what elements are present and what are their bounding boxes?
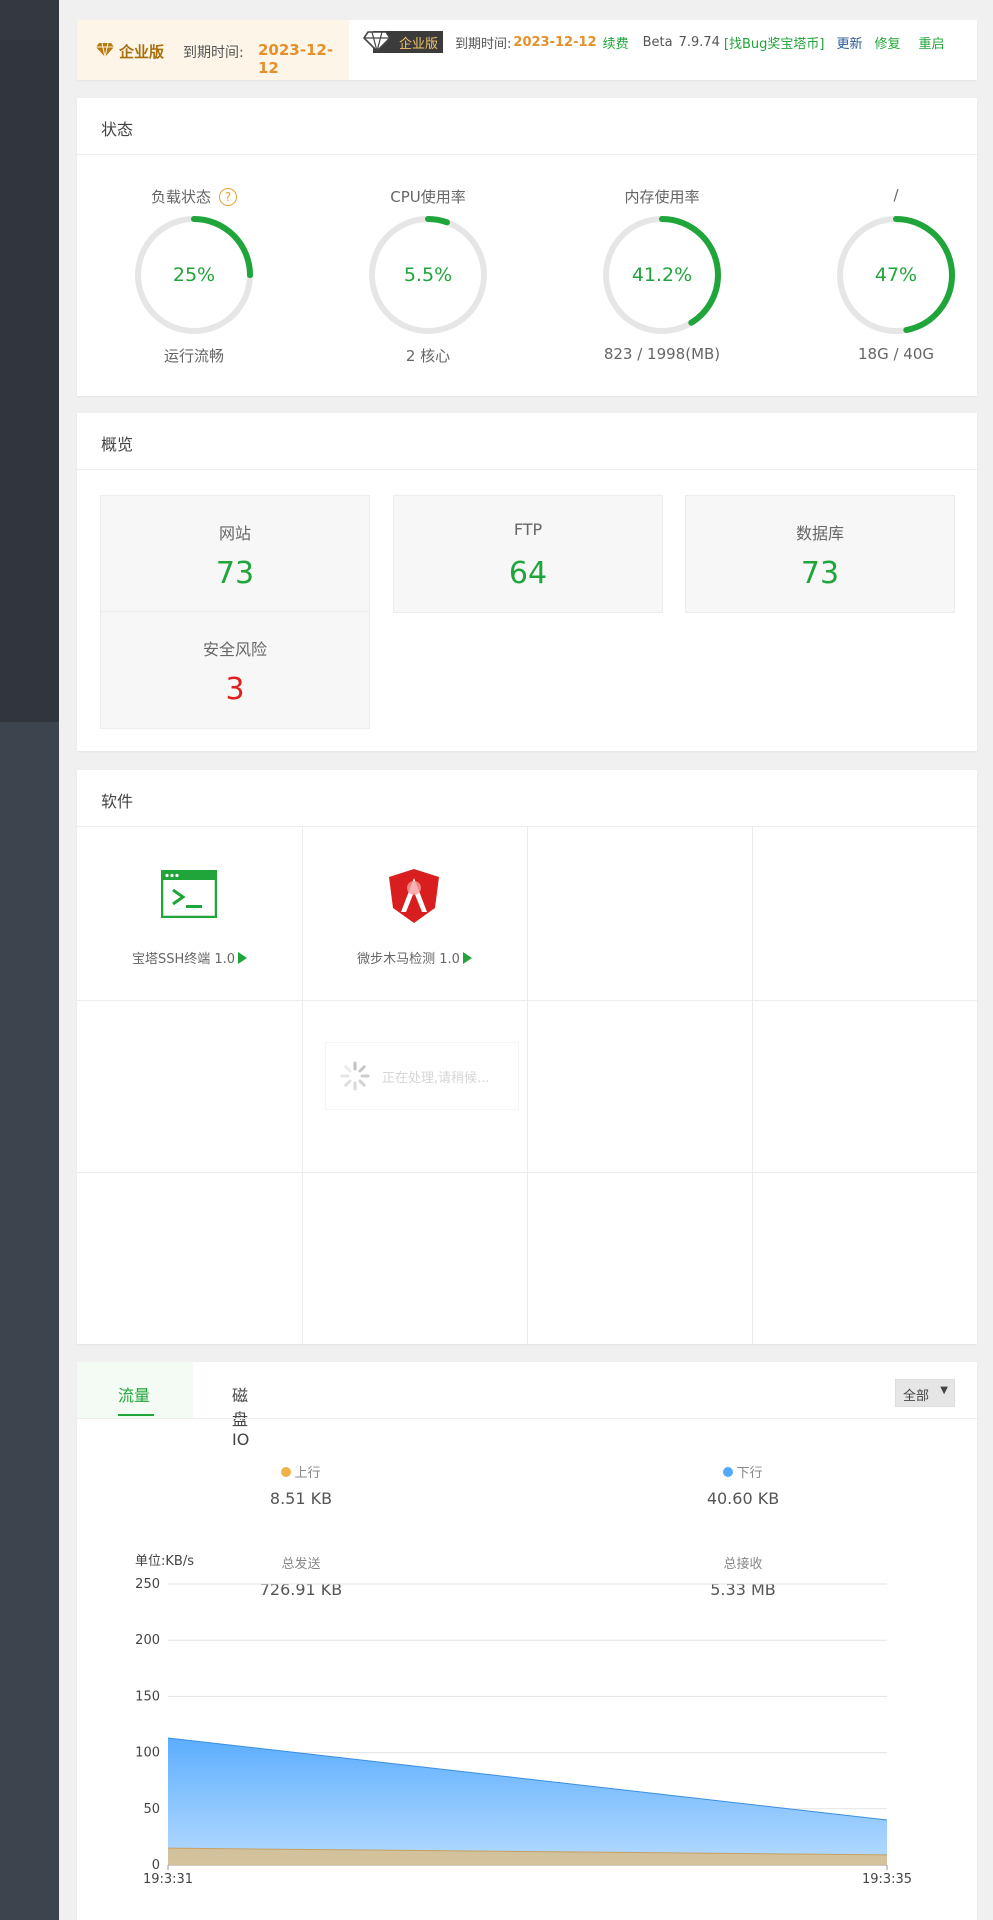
- gauge-value: 5.5%: [404, 264, 452, 286]
- gauge-3[interactable]: 内存使用率 41.2% 823 / 1998(MB): [545, 98, 779, 396]
- gauge-ring: 41.2%: [603, 216, 721, 334]
- expire-label: 到期时间:: [183, 45, 244, 61]
- overview-label: 数据库: [795, 524, 844, 543]
- software-label: 微步木马检测 1.0: [302, 948, 527, 967]
- traffic-chart: 单位:KB/s 0 50 100 150 200 250 19:3:31 19:3:35: [135, 1554, 912, 1887]
- gauge-1[interactable]: 负载状态? 25% 运行流畅: [77, 98, 311, 396]
- overview-sites[interactable]: 网站 73: [100, 495, 370, 613]
- restart-link[interactable]: 重启: [919, 33, 945, 52]
- series-area-download: [168, 1737, 887, 1865]
- x-tick-label: 19:3:35: [862, 1872, 912, 1887]
- enterprise-badge: 企业版 到期时间: 2023-12-12: [77, 20, 349, 80]
- expire-date-2: 2023-12-12: [513, 34, 597, 50]
- play-icon[interactable]: [462, 952, 472, 964]
- terminal-icon: [161, 870, 217, 918]
- y-tick-label: 250: [135, 1577, 160, 1592]
- overview-label: 安全风险: [202, 640, 267, 659]
- diamond-outline-icon: [363, 31, 391, 52]
- y-axis-label: 单位:KB/s: [135, 1554, 194, 1569]
- grid-line: [752, 827, 753, 1344]
- loading-toast: 正在处理,请稍候...: [325, 1042, 519, 1110]
- help-icon[interactable]: ?: [219, 188, 237, 206]
- gauge-name: 负载状态?: [77, 186, 311, 207]
- pill-label: 企业版: [399, 36, 439, 52]
- overview-label: 网站: [218, 524, 251, 543]
- overview-value: 73: [215, 556, 255, 591]
- diamond-icon: [96, 42, 114, 58]
- overview-title: 概览: [101, 435, 134, 454]
- software-panel: 软件 宝塔SSH终端 1.0 微步木马检测 1.0 正在处理,请稍候...: [77, 770, 977, 1344]
- gauge-2[interactable]: CPU使用率 5.5% 2 核心: [311, 98, 545, 396]
- sidebar: [0, 0, 59, 1920]
- gauge-sub: 18G / 40G: [857, 345, 934, 363]
- gauge-ring: 47%: [837, 216, 955, 334]
- sidebar-header: [0, 0, 59, 40]
- gauge-name: /: [893, 186, 899, 204]
- divider: [77, 469, 977, 470]
- gauge-name: CPU使用率: [390, 188, 466, 206]
- top-actions: 企业版 到期时间: 2023-12-12 续费 Beta 7.9.74 [找Bu…: [349, 27, 945, 57]
- edition-label: 企业版: [119, 43, 165, 61]
- edition-pill: 企业版: [363, 31, 444, 53]
- overview-value: 73: [800, 556, 840, 591]
- software-title: 软件: [101, 792, 134, 811]
- play-icon[interactable]: [238, 952, 248, 964]
- gauge-value: 41.2%: [632, 264, 692, 286]
- grid-line: [302, 827, 303, 1344]
- overview-value: 64: [508, 556, 548, 591]
- overview-database[interactable]: 数据库 73: [685, 495, 955, 613]
- gauge-value: 47%: [875, 264, 917, 286]
- renew-link[interactable]: 续费: [603, 33, 629, 52]
- update-link[interactable]: 更新: [836, 33, 862, 52]
- expire-label-2: 到期时间:: [455, 36, 512, 52]
- grid-line: [77, 1000, 977, 1001]
- gauge-sub: 2 核心: [405, 347, 451, 365]
- y-tick-label: 50: [143, 1802, 160, 1817]
- version-label: 7.9.74: [678, 34, 720, 50]
- status-panel: 状态 负载状态? 25% 运行流畅 CPU使用率 5.5% 2 核心 内存使用率 41.2% 8…: [77, 98, 977, 396]
- top-info-bar: 企业版 到期时间: 2023-12-12 企业版 到期时间: 2023-12-1…: [77, 20, 977, 80]
- shield-icon: [389, 869, 439, 923]
- y-tick-label: 0: [152, 1858, 160, 1873]
- overview-panel: 概览 网站 73 FTP 64 数据库 73 安全风险 3: [77, 413, 977, 751]
- loading-text: 正在处理,请稍候...: [382, 1071, 490, 1086]
- y-tick-label: 150: [135, 1689, 160, 1704]
- bug-bounty-link[interactable]: [找Bug奖宝塔币]: [724, 33, 825, 52]
- grid-line: [527, 827, 528, 1344]
- grid-line: [77, 1172, 977, 1173]
- gauge-ring: 5.5%: [369, 216, 487, 334]
- y-tick-label: 200: [135, 1633, 160, 1648]
- traffic-panel: 流量 磁盘IO 全部 ▼ 上行 8.51 KB 下行 40.60 KB 总发送 …: [77, 1362, 977, 1920]
- gauge-ring: 25%: [135, 216, 253, 334]
- overview-label: FTP: [513, 520, 543, 539]
- beta-label: Beta: [642, 34, 673, 50]
- x-tick-label: 19:3:31: [143, 1872, 193, 1887]
- expire-date: 2023-12-12: [258, 41, 334, 77]
- gauge-sub: 823 / 1998(MB): [603, 345, 721, 363]
- repair-link[interactable]: 修复: [875, 33, 901, 52]
- gauge-4[interactable]: / 47% 18G / 40G: [779, 98, 993, 396]
- gauge-name: 内存使用率: [624, 188, 700, 206]
- sidebar-menu: [0, 40, 59, 722]
- overview-security-risk[interactable]: 安全风险 3: [100, 611, 370, 729]
- overview-ftp[interactable]: FTP 64: [393, 495, 663, 613]
- gauge-value: 25%: [173, 264, 215, 286]
- y-tick-label: 100: [135, 1746, 160, 1761]
- overview-value: 3: [225, 672, 245, 707]
- spinner-icon: [340, 1061, 370, 1091]
- gauge-sub: 运行流畅: [163, 347, 224, 365]
- software-label: 宝塔SSH终端 1.0: [77, 948, 302, 967]
